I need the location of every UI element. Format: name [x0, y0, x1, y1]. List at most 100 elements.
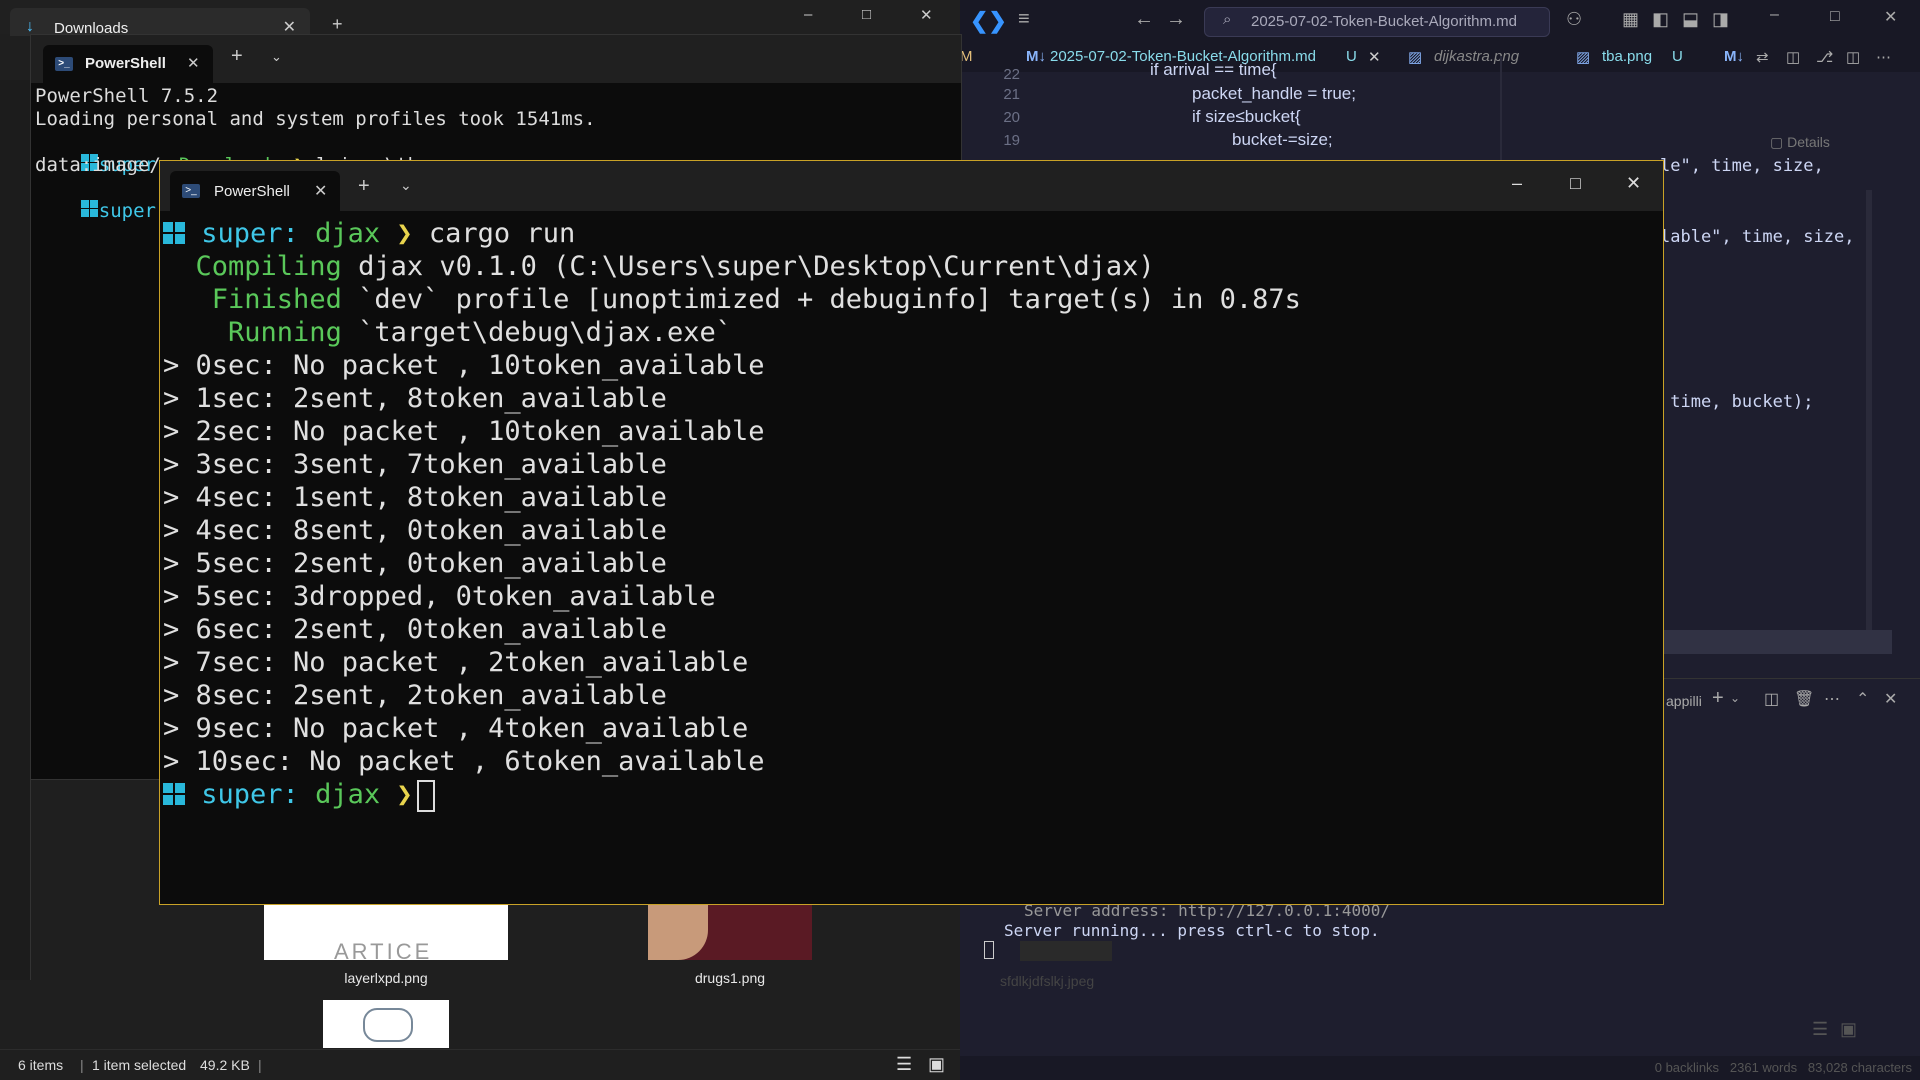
faded-file-name: sfdlkjdfslkj.jpeg — [1000, 973, 1095, 989]
status-divider: | — [80, 1057, 84, 1073]
file-name[interactable]: drugs1.png — [648, 970, 812, 986]
prompt-user: super: — [98, 200, 168, 222]
details-toggle[interactable]: ▢ Details — [1770, 134, 1830, 151]
minimize-icon[interactable]: – — [804, 6, 812, 23]
file-thumbnail-diagram[interactable] — [323, 1000, 449, 1048]
prompt-block-icon — [163, 222, 185, 244]
output-line: > 10sec: No packet , 6token_available — [163, 746, 765, 777]
file-name[interactable]: layerlxpd.png — [264, 970, 508, 986]
terminal-content[interactable]: super: djax ❯ cargo run Compiling djax v… — [163, 217, 1301, 812]
toggle-secondary-sidebar-icon[interactable]: ◨ — [1712, 9, 1729, 30]
thumbnail-art — [363, 1008, 413, 1042]
terminal-tab[interactable]: >_ PowerShell ✕ — [170, 171, 340, 211]
vscode-logo-icon: ❮❯ — [970, 8, 1007, 33]
powershell-icon: >_ — [43, 45, 73, 83]
terminal-cursor — [416, 779, 435, 812]
copilot-icon[interactable]: ⚇ — [1566, 9, 1582, 30]
list-view-icon[interactable]: ☰ — [1812, 1019, 1828, 1040]
tab-label: PowerShell — [85, 55, 166, 72]
new-terminal-icon[interactable]: + — [1712, 687, 1724, 710]
vscode-titlebar: ❮❯ ≡ ← → ⌕ 2025-07-02-Token-Bucket-Algor… — [960, 0, 1920, 42]
maximize-icon[interactable]: □ — [1570, 173, 1581, 194]
status-text: 0 backlinks 2361 words 83,028 characters — [1654, 1060, 1912, 1075]
forward-arrow-icon[interactable]: → — [1166, 8, 1186, 31]
layout-icon[interactable]: ▦ — [1622, 9, 1639, 30]
code-line: if arrival == time{ — [1150, 60, 1277, 79]
prompt-block-icon — [80, 200, 99, 218]
tiles-view-icon[interactable]: ▣ — [928, 1054, 945, 1075]
minimize-icon[interactable]: – — [1512, 173, 1522, 194]
vscode-status-bar: 0 backlinks 2361 words 83,028 characters — [960, 1056, 1920, 1080]
item-count: 6 items — [18, 1057, 64, 1073]
chevron-down-icon[interactable]: ⌄ — [400, 177, 412, 194]
close-window-icon[interactable]: ✕ — [1884, 7, 1897, 27]
new-tab-icon[interactable]: + — [358, 175, 370, 198]
output-line: > 5sec: 3dropped, 0token_available — [163, 581, 716, 612]
file-thumbnail-drugs1[interactable] — [648, 905, 812, 960]
close-icon[interactable]: ✕ — [314, 181, 327, 201]
tab-tba-png[interactable]: tba.png — [1602, 48, 1652, 65]
cargo-finished-line: Finished `dev` profile [unoptimized + de… — [163, 283, 1301, 316]
terminal-line: data:image/ — [35, 154, 161, 176]
more-actions-icon[interactable]: ⋯ — [1824, 689, 1840, 709]
output-line: > 6sec: 2sent, 0token_available — [163, 614, 667, 645]
cargo-status-text: `dev` profile [unoptimized + debuginfo] … — [358, 284, 1301, 315]
details-label: Details — [1787, 134, 1830, 150]
menu-icon[interactable]: ≡ — [1018, 8, 1030, 31]
output-line: > 4sec: 1sent, 8token_available — [163, 482, 667, 513]
chevron-down-icon[interactable]: ⌄ — [271, 49, 282, 65]
preview-side-icon[interactable]: ◫ — [1786, 48, 1800, 66]
line-number: 21 — [1003, 86, 1020, 103]
checkbox-icon: ▢ — [1770, 134, 1784, 150]
open-preview-icon[interactable]: M↓ — [1724, 48, 1744, 65]
toggle-sidebar-icon[interactable]: ◧ — [1652, 9, 1669, 30]
trash-icon[interactable]: 🗑 — [1794, 689, 1814, 709]
prompt-command: cargo run — [428, 218, 576, 249]
prompt-arrow-icon: ❯ — [396, 218, 413, 249]
search-text: 2025-07-02-Token-Bucket-Algorithm.md — [1251, 13, 1517, 30]
maximize-icon[interactable]: □ — [862, 6, 871, 23]
editor-scrollbar[interactable] — [1866, 190, 1872, 630]
terminal-name[interactable]: appilli — [1666, 693, 1702, 709]
maximize-panel-icon[interactable]: ⌃ — [1856, 689, 1869, 709]
command-search-box[interactable]: ⌕ 2025-07-02-Token-Bucket-Algorithm.md — [1204, 7, 1550, 37]
terminal-tab-bar: >_ PowerShell ✕ + ⌄ — [31, 35, 961, 83]
compare-icon[interactable]: ⇄ — [1756, 48, 1769, 66]
cargo-status-label: Finished — [211, 284, 342, 315]
grid-view-icon[interactable]: ▣ — [1840, 1019, 1857, 1040]
minimize-icon[interactable]: – — [1770, 6, 1779, 24]
markdown-icon: M↓ — [1026, 48, 1046, 65]
split-editor-icon[interactable]: ◫ — [1846, 48, 1860, 66]
code-fragment: lable", time, size, — [1660, 227, 1855, 247]
file-thumbnail-layerlxpd[interactable]: ARTICE — [264, 905, 508, 964]
explorer-tab-downloads[interactable]: ↓ Downloads ✕ — [10, 8, 310, 37]
git-changes-icon[interactable]: ⎇ — [1816, 48, 1833, 66]
output-line: > 4sec: 8sent, 0token_available — [163, 515, 667, 546]
close-icon[interactable]: ✕ — [1368, 48, 1381, 66]
chevron-down-icon[interactable]: ⌄ — [1730, 691, 1740, 705]
tab-dijkastra-png[interactable]: dijkastra.png — [1434, 48, 1519, 65]
terminal-line: PowerShell 7.5.2 — [35, 85, 219, 107]
maximize-icon[interactable]: □ — [1830, 8, 1840, 26]
line-number: 20 — [1003, 109, 1020, 126]
terminal-tab[interactable]: >_ PowerShell ✕ — [43, 45, 213, 83]
prompt-line: super: djax ❯ cargo run — [163, 217, 1301, 250]
line-number: 22 — [1003, 66, 1020, 83]
explorer-tab-row: ↓ Downloads ✕ + – □ ✕ — [0, 0, 960, 37]
close-window-icon[interactable]: ✕ — [920, 6, 933, 24]
split-terminal-icon[interactable]: ◫ — [1764, 689, 1779, 709]
close-window-icon[interactable]: ✕ — [1626, 173, 1641, 194]
new-tab-icon[interactable]: + — [332, 14, 343, 35]
tab-untracked-badge: U — [1346, 48, 1357, 65]
back-arrow-icon[interactable]: ← — [1134, 8, 1154, 31]
code-line: if size≤bucket{ — [1192, 107, 1301, 126]
powershell-icon: >_ — [170, 171, 200, 211]
toggle-panel-icon[interactable]: ⬓ — [1682, 9, 1699, 30]
details-view-icon[interactable]: ☰ — [896, 1054, 912, 1075]
output-line: > 3sec: 3sent, 7token_available — [163, 449, 667, 480]
close-icon[interactable]: ✕ — [187, 54, 200, 72]
cargo-compiling-line: Compiling djax v0.1.0 (C:\Users\super\De… — [163, 250, 1301, 283]
more-actions-icon[interactable]: ⋯ — [1876, 48, 1891, 66]
new-tab-icon[interactable]: + — [231, 45, 243, 68]
close-panel-icon[interactable]: ✕ — [1884, 689, 1897, 709]
